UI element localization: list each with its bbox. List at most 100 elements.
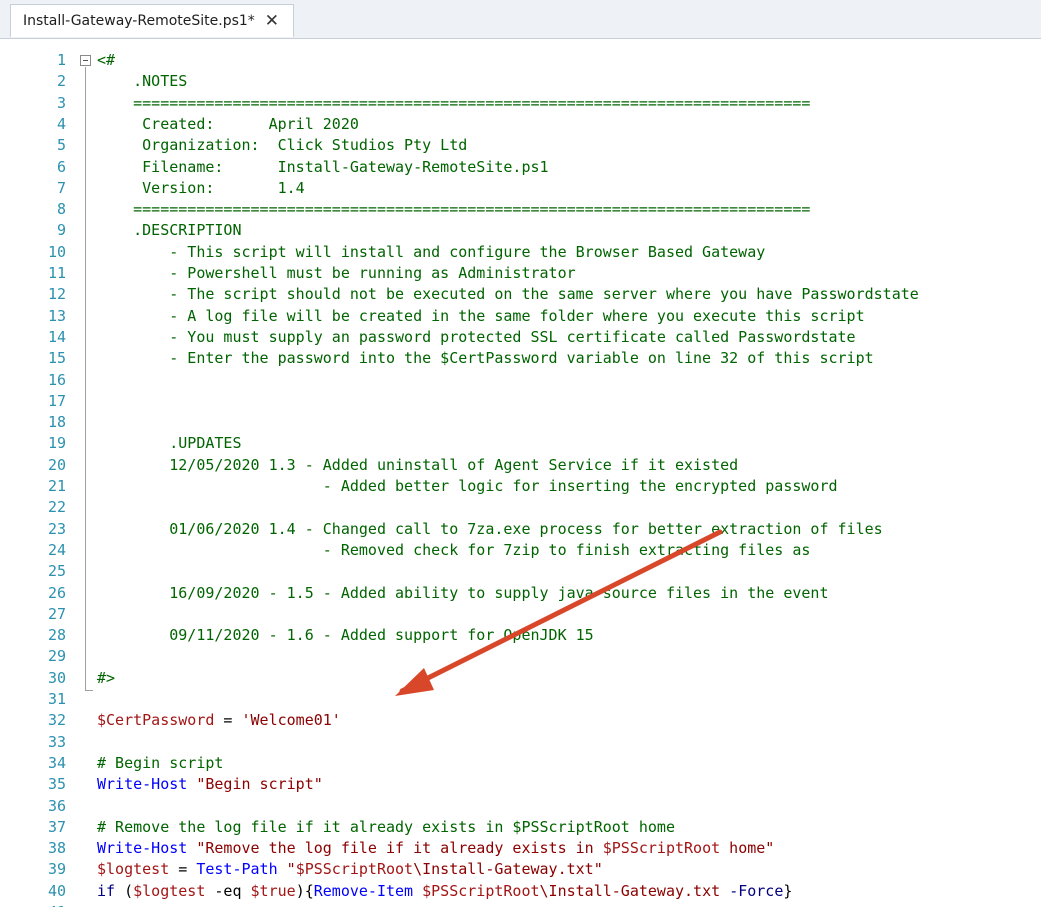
line-code: .UPDATES <box>97 433 242 454</box>
code-token: "Begin script" <box>196 775 323 794</box>
fold-guide-end <box>85 690 93 691</box>
line-number: 28 <box>47 626 66 645</box>
code-token: 12/05/2020 1.3 - Added uninstall of Agen… <box>97 455 739 474</box>
line-code: - Enter the password into the $CertPassw… <box>97 348 874 369</box>
code-editor[interactable]: 1 <# 2 .NOTES 3 ===========================… <box>0 39 1041 907</box>
line-code: - A log file will be created in the same… <box>97 306 865 327</box>
code-token: .UPDATES <box>97 434 242 453</box>
tab-install-gateway-remotesite[interactable]: Install-Gateway-RemoteSite.ps1* ✕ <box>10 4 295 37</box>
line-number: 36 <box>47 796 66 815</box>
line-number: 41 <box>0 902 66 907</box>
line-number: 33 <box>47 732 66 751</box>
code-token: - Enter the password into the $CertPassw… <box>97 349 874 368</box>
code-token: "Remove the log file if it already exist… <box>196 839 603 858</box>
code-token: if <box>97 881 116 900</box>
code-token: Created: April 2020 <box>97 114 359 133</box>
code-token: $CertPassword <box>97 711 215 730</box>
code-token: -Force <box>729 881 784 900</box>
line-number: 32 <box>47 711 66 730</box>
line-code: Organization: Click Studios Pty Ltd <box>97 135 467 156</box>
code-token: Write-Host <box>97 775 188 794</box>
line-number: 35 <box>47 775 66 794</box>
line-code: $CertPassword = 'Welcome01' <box>97 710 341 731</box>
line-code: - You must supply an password protected … <box>97 327 856 348</box>
code-token: # Remove the log file if it already exis… <box>97 817 675 836</box>
code-token: ========================================… <box>97 200 811 219</box>
code-token: Test-Path <box>196 860 278 879</box>
line-number: 24 <box>47 540 66 559</box>
line-number: 34 <box>47 753 66 772</box>
line-number: 27 <box>47 604 66 623</box>
line-code: 16/09/2020 - 1.5 - Added ability to supp… <box>97 583 829 604</box>
code-token: } <box>783 881 793 900</box>
line-code: $logtest = Test-Path "$PSScriptRoot\Inst… <box>97 859 603 880</box>
line-code: - Powershell must be running as Administ… <box>97 263 576 284</box>
code-token: " <box>286 860 296 879</box>
line-number: 8 <box>56 200 66 219</box>
line-number: 29 <box>47 647 66 666</box>
code-token: Write-Host <box>97 839 188 858</box>
fold-guide-line <box>85 67 86 691</box>
code-token: home" <box>720 839 775 858</box>
line-number: 3 <box>56 93 66 112</box>
code-token: 16/09/2020 - 1.5 - Added ability to supp… <box>97 583 829 602</box>
line-code: <# <box>97 50 115 71</box>
line-number: 11 <box>47 264 66 282</box>
line-number: 13 <box>47 306 66 325</box>
line-number: 12 <box>47 285 66 304</box>
line-number: 16 <box>47 370 66 389</box>
tab-title: Install-Gateway-RemoteSite.ps1* <box>23 13 255 29</box>
code-token: - You must supply an password protected … <box>97 327 856 346</box>
code-token: - Powershell must be running as Administ… <box>97 264 576 282</box>
line-code: - The script should not be executed on t… <box>97 284 919 305</box>
code-token: Version: 1.4 <box>97 178 305 197</box>
collapse-region-icon[interactable] <box>80 55 91 66</box>
line-number: 5 <box>56 136 66 155</box>
code-token: = <box>169 860 197 879</box>
line-code: Write-Host "Remove the log file if it al… <box>97 838 774 859</box>
code-token: 01/06/2020 1.4 - Changed call to 7za.exe… <box>97 519 883 538</box>
code-token: - A log file will be created in the same… <box>97 306 865 325</box>
line-number: 1 <box>56 51 66 69</box>
line-code: 09/11/2020 - 1.6 - Added support for Ope… <box>97 625 593 646</box>
line-number: 30 <box>47 668 66 687</box>
line-code: .DESCRIPTION <box>97 220 242 241</box>
line-code: # Begin script <box>97 753 223 774</box>
line-number: 25 <box>47 562 66 581</box>
code-token: \Install-Gateway.txt" <box>413 860 603 879</box>
line-number: 15 <box>47 349 66 368</box>
line-code: 01/06/2020 1.4 - Changed call to 7za.exe… <box>97 519 883 540</box>
document-tab-strip: Install-Gateway-RemoteSite.ps1* ✕ <box>0 0 1041 39</box>
code-token: #> <box>97 668 116 687</box>
line-number: 14 <box>47 327 66 346</box>
line-code: Version: 1.4 <box>97 178 305 199</box>
line-code: #> <box>97 668 115 689</box>
code-token: $true <box>250 881 296 900</box>
code-token: $PSScriptRoot <box>295 860 414 879</box>
line-number: 38 <box>47 839 66 858</box>
code-token: = <box>214 711 242 730</box>
code-token: $logtest <box>133 881 206 900</box>
code-token: # Begin script <box>97 753 224 772</box>
code-token: ( <box>115 881 134 900</box>
line-number: 9 <box>56 221 66 240</box>
code-token: $PSScriptRoot <box>602 839 721 858</box>
code-token: - This script will install and configure… <box>97 242 766 261</box>
close-icon[interactable]: ✕ <box>265 12 279 30</box>
line-code: Created: April 2020 <box>97 114 359 135</box>
line-number: 17 <box>47 391 66 410</box>
code-token: .DESCRIPTION <box>97 221 242 240</box>
code-token: - Removed check for 7zip to finish extra… <box>97 540 811 559</box>
line-number: 7 <box>56 178 66 197</box>
line-number: 22 <box>47 498 66 517</box>
line-number: 20 <box>47 455 66 474</box>
code-token: $logtest <box>97 860 170 879</box>
line-code: # Remove the log file if it already exis… <box>97 817 675 838</box>
line-number: 18 <box>47 413 66 432</box>
line-number: 37 <box>47 817 66 836</box>
line-number: 2 <box>56 72 66 91</box>
